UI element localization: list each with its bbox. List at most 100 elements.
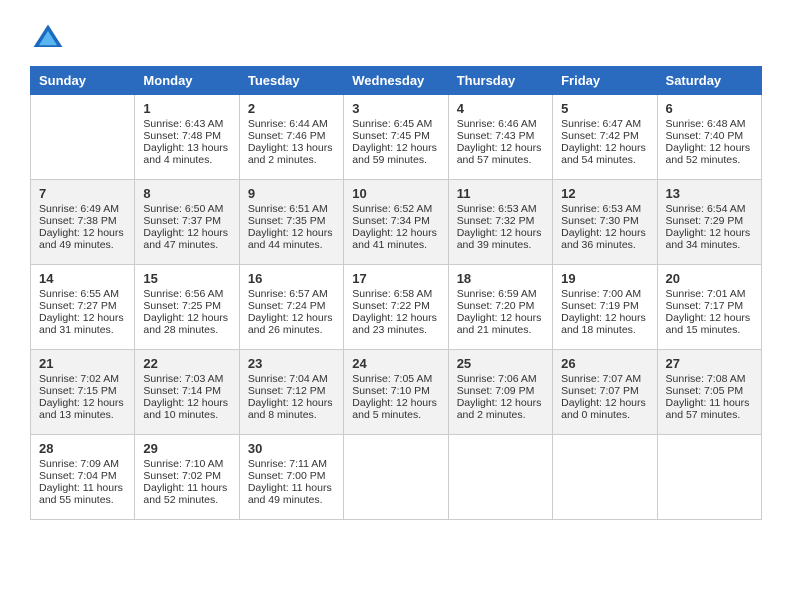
day-number: 16 [248, 271, 335, 286]
daylight-hours: Daylight: 12 hours and 57 minutes. [457, 142, 544, 166]
calendar-cell: 7Sunrise: 6:49 AMSunset: 7:38 PMDaylight… [31, 180, 135, 265]
calendar-cell: 2Sunrise: 6:44 AMSunset: 7:46 PMDaylight… [239, 95, 343, 180]
sunset: Sunset: 7:04 PM [39, 470, 126, 482]
sunrise: Sunrise: 6:54 AM [666, 203, 753, 215]
sunset: Sunset: 7:46 PM [248, 130, 335, 142]
sunset: Sunset: 7:12 PM [248, 385, 335, 397]
sunrise: Sunrise: 6:43 AM [143, 118, 230, 130]
calendar-cell: 9Sunrise: 6:51 AMSunset: 7:35 PMDaylight… [239, 180, 343, 265]
sunset: Sunset: 7:19 PM [561, 300, 648, 312]
header-saturday: Saturday [657, 67, 761, 95]
day-number: 22 [143, 356, 230, 371]
sunrise: Sunrise: 7:06 AM [457, 373, 544, 385]
daylight-hours: Daylight: 12 hours and 34 minutes. [666, 227, 753, 251]
header-thursday: Thursday [448, 67, 552, 95]
sunrise: Sunrise: 6:58 AM [352, 288, 439, 300]
calendar-cell: 24Sunrise: 7:05 AMSunset: 7:10 PMDayligh… [344, 350, 448, 435]
sunset: Sunset: 7:00 PM [248, 470, 335, 482]
daylight-hours: Daylight: 11 hours and 57 minutes. [666, 397, 753, 421]
daylight-hours: Daylight: 12 hours and 28 minutes. [143, 312, 230, 336]
daylight-hours: Daylight: 12 hours and 41 minutes. [352, 227, 439, 251]
sunset: Sunset: 7:40 PM [666, 130, 753, 142]
sunset: Sunset: 7:25 PM [143, 300, 230, 312]
sunrise: Sunrise: 6:45 AM [352, 118, 439, 130]
sunrise: Sunrise: 6:48 AM [666, 118, 753, 130]
sunrise: Sunrise: 6:51 AM [248, 203, 335, 215]
week-row-2: 7Sunrise: 6:49 AMSunset: 7:38 PMDaylight… [31, 180, 762, 265]
sunset: Sunset: 7:42 PM [561, 130, 648, 142]
week-row-1: 1Sunrise: 6:43 AMSunset: 7:48 PMDaylight… [31, 95, 762, 180]
sunrise: Sunrise: 7:03 AM [143, 373, 230, 385]
sunset: Sunset: 7:29 PM [666, 215, 753, 227]
sunrise: Sunrise: 6:47 AM [561, 118, 648, 130]
day-number: 27 [666, 356, 753, 371]
header-tuesday: Tuesday [239, 67, 343, 95]
daylight-hours: Daylight: 12 hours and 39 minutes. [457, 227, 544, 251]
daylight-hours: Daylight: 12 hours and 2 minutes. [457, 397, 544, 421]
calendar-cell: 3Sunrise: 6:45 AMSunset: 7:45 PMDaylight… [344, 95, 448, 180]
calendar-cell: 4Sunrise: 6:46 AMSunset: 7:43 PMDaylight… [448, 95, 552, 180]
sunset: Sunset: 7:30 PM [561, 215, 648, 227]
calendar-cell: 13 Sunrise: 6:54 AMSunset: 7:29 PMDayligh… [657, 180, 761, 265]
calendar-cell: 30Sunrise: 7:11 AMSunset: 7:00 PMDayligh… [239, 435, 343, 520]
calendar-cell: 29Sunrise: 7:10 AMSunset: 7:02 PMDayligh… [135, 435, 239, 520]
header-wednesday: Wednesday [344, 67, 448, 95]
day-number: 29 [143, 441, 230, 456]
day-number: 17 [352, 271, 439, 286]
sunrise: Sunrise: 7:00 AM [561, 288, 648, 300]
calendar-cell [31, 95, 135, 180]
daylight-hours: Daylight: 13 hours and 4 minutes. [143, 142, 230, 166]
sunset: Sunset: 7:43 PM [457, 130, 544, 142]
sunrise: Sunrise: 7:07 AM [561, 373, 648, 385]
sunset: Sunset: 7:10 PM [352, 385, 439, 397]
calendar-cell: 5Sunrise: 6:47 AMSunset: 7:42 PMDaylight… [553, 95, 657, 180]
daylight-hours: Daylight: 12 hours and 26 minutes. [248, 312, 335, 336]
sunrise: Sunrise: 6:59 AM [457, 288, 544, 300]
daylight-hours: Daylight: 12 hours and 5 minutes. [352, 397, 439, 421]
calendar-cell: 14Sunrise: 6:55 AMSunset: 7:27 PMDayligh… [31, 265, 135, 350]
day-number: 21 [39, 356, 126, 371]
daylight-hours: Daylight: 12 hours and 23 minutes. [352, 312, 439, 336]
sunrise: Sunrise: 6:50 AM [143, 203, 230, 215]
sunrise: Sunrise: 7:09 AM [39, 458, 126, 470]
calendar-cell: 22Sunrise: 7:03 AMSunset: 7:14 PMDayligh… [135, 350, 239, 435]
daylight-hours: Daylight: 12 hours and 8 minutes. [248, 397, 335, 421]
logo [30, 20, 70, 56]
page-header [30, 20, 762, 56]
sunset: Sunset: 7:27 PM [39, 300, 126, 312]
day-number: 11 [457, 186, 544, 201]
calendar-cell [344, 435, 448, 520]
daylight-hours: Daylight: 12 hours and 0 minutes. [561, 397, 648, 421]
sunset: Sunset: 7:38 PM [39, 215, 126, 227]
day-number: 25 [457, 356, 544, 371]
calendar-cell: 19 Sunrise: 7:00 AMSunset: 7:19 PMDayligh… [553, 265, 657, 350]
calendar-cell [553, 435, 657, 520]
header-monday: Monday [135, 67, 239, 95]
daylight-hours: Daylight: 12 hours and 59 minutes. [352, 142, 439, 166]
day-number: 6 [666, 101, 753, 116]
sunrise: Sunrise: 7:10 AM [143, 458, 230, 470]
sunrise: Sunrise: 7:05 AM [352, 373, 439, 385]
day-number: 8 [143, 186, 230, 201]
sunrise: Sunrise: 6:52 AM [352, 203, 439, 215]
day-number: 9 [248, 186, 335, 201]
sunset: Sunset: 7:24 PM [248, 300, 335, 312]
daylight-hours: Daylight: 12 hours and 18 minutes. [561, 312, 648, 336]
calendar-cell: 10Sunrise: 6:52 AMSunset: 7:34 PMDayligh… [344, 180, 448, 265]
day-number: 15 [143, 271, 230, 286]
day-number: 13 [666, 186, 753, 201]
calendar-cell: 12Sunrise: 6:53 AMSunset: 7:30 PMDayligh… [553, 180, 657, 265]
daylight-hours: Daylight: 11 hours and 49 minutes. [248, 482, 335, 506]
sunrise: Sunrise: 6:56 AM [143, 288, 230, 300]
day-number: 5 [561, 101, 648, 116]
calendar-cell: 16Sunrise: 6:57 AMSunset: 7:24 PMDayligh… [239, 265, 343, 350]
week-row-4: 21Sunrise: 7:02 AMSunset: 7:15 PMDayligh… [31, 350, 762, 435]
calendar-cell [657, 435, 761, 520]
sunrise: Sunrise: 7:04 AM [248, 373, 335, 385]
day-number: 20 [666, 271, 753, 286]
sunrise: Sunrise: 6:53 AM [457, 203, 544, 215]
day-number: 19 [561, 271, 648, 286]
sunset: Sunset: 7:35 PM [248, 215, 335, 227]
sunrise: Sunrise: 6:46 AM [457, 118, 544, 130]
calendar-cell: 28Sunrise: 7:09 AMSunset: 7:04 PMDayligh… [31, 435, 135, 520]
